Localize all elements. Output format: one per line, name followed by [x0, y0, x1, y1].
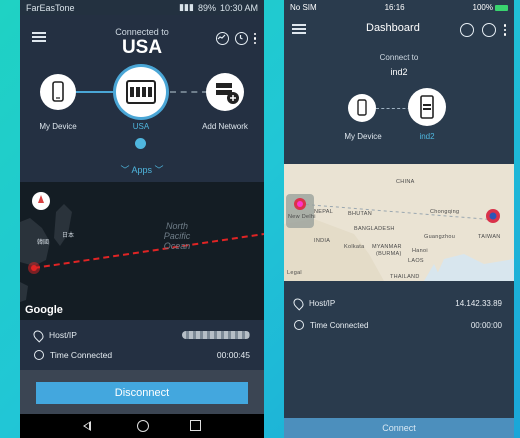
compass-icon[interactable]: [32, 192, 50, 210]
map-label-japan: 日本: [62, 233, 75, 239]
nas-server-icon: [126, 80, 156, 104]
back-icon[interactable]: [83, 421, 91, 431]
more-options-icon[interactable]: [503, 24, 506, 36]
connection-diagram: My Device ind2: [284, 88, 514, 158]
recent-apps-icon[interactable]: [190, 420, 201, 431]
right-phone-screen: No SIM 16:16 100% Dashboard Connect to i…: [284, 0, 514, 438]
shield-icon: [135, 138, 146, 149]
time-connected-row: Time Connected 00:00:00: [294, 317, 502, 333]
clock-time: 10:30 AM: [219, 2, 258, 13]
server-label: USA: [132, 122, 150, 131]
host-ip-row: Host/IP: [31, 326, 250, 344]
disconnect-button[interactable]: Disconnect: [36, 382, 248, 404]
battery-level: 89%: [197, 2, 216, 13]
add-network-label: Add Network: [202, 122, 248, 131]
map-label-india: INDIA: [314, 238, 331, 244]
app-header: Connected to USA: [20, 15, 264, 63]
battery-icon: [494, 4, 508, 11]
timer-icon: [294, 320, 304, 330]
map-view[interactable]: CHINA Chongqing NEPAL BHUTAN New Delhi I…: [284, 164, 514, 281]
google-logo: Google: [25, 304, 63, 316]
host-ip-row: Host/IP 14.142.33.89: [291, 295, 502, 311]
map-label-taiwan: TAIWAN: [478, 234, 501, 240]
history-clock-icon[interactable]: [234, 32, 248, 45]
connect-to-label: Connect to: [379, 53, 419, 62]
map-label-new-delhi: New Delhi: [288, 214, 316, 220]
map-label-ocean: North Pacific Ocean: [163, 221, 191, 251]
map-label-bhutan: BHUTAN: [348, 211, 373, 217]
map-label-guangzhou: Guangzhou: [424, 234, 456, 240]
my-device-node[interactable]: [348, 94, 376, 122]
apps-toggle[interactable]: ﹀ Apps ﹀: [20, 163, 264, 176]
signal-icon: ▮▮▮: [179, 2, 194, 12]
time-connected-row: Time Connected 00:00:45: [34, 346, 250, 364]
android-nav-bar: [20, 414, 264, 438]
map-label-burma: (BURMA): [376, 251, 402, 257]
server-node[interactable]: [116, 67, 166, 117]
speed-graph-icon[interactable]: [459, 23, 474, 37]
chevron-down-icon: ﹀: [154, 165, 164, 175]
history-clock-icon[interactable]: [481, 23, 496, 37]
host-ip-label: Host/IP: [49, 330, 77, 340]
connection-info: Host/IP 14.142.33.89 Time Connected 00:0…: [284, 281, 514, 418]
host-ip-value-redacted: [182, 331, 250, 339]
status-bar: No SIM 16:16 100%: [284, 0, 514, 15]
map-label-kolkata: Kolkata: [344, 244, 365, 250]
connection-info: Host/IP Time Connected 00:00:45: [20, 320, 264, 370]
carrier-name: No SIM: [290, 3, 317, 12]
location-pin-icon: [291, 295, 306, 311]
server-node[interactable]: [408, 88, 446, 126]
time-connected-value: 00:00:45: [216, 350, 250, 360]
home-icon[interactable]: [137, 420, 149, 432]
more-options-icon[interactable]: [253, 32, 256, 45]
time-connected-label: Time Connected: [50, 350, 113, 360]
status-bar: FarEasTone ▮▮▮ 89% 10:30 AM: [20, 0, 264, 15]
map-label-korea: 韓國: [37, 240, 50, 246]
map-label-thailand: THAILAND: [390, 274, 420, 280]
timer-icon: [34, 350, 44, 360]
action-area: Disconnect: [20, 370, 264, 414]
map-legal-link[interactable]: Legal: [287, 270, 302, 276]
nas-server-icon: [420, 95, 434, 119]
battery-level: 100%: [472, 3, 493, 12]
left-phone-screen: FarEasTone ▮▮▮ 89% 10:30 AM Connected to…: [20, 0, 264, 438]
menu-icon[interactable]: [292, 24, 306, 34]
chevron-down-icon: ﹀: [120, 165, 130, 175]
map-label-hanoi: Hanoi: [412, 248, 428, 254]
carrier-name: FarEasTone: [26, 2, 75, 13]
host-ip-value: 14.142.33.89: [455, 298, 502, 308]
my-device-label: My Device: [39, 122, 77, 131]
time-connected-label: Time Connected: [310, 320, 369, 330]
server-name: ind2: [390, 67, 408, 77]
add-network-node[interactable]: [206, 73, 244, 111]
my-device-node[interactable]: [40, 74, 76, 110]
map-label-chongqing: Chongqing: [430, 209, 460, 215]
connect-button[interactable]: Connect: [284, 418, 514, 438]
map-label-bangladesh: BANGLADESH: [354, 226, 395, 232]
server-label: ind2: [419, 132, 435, 141]
map-label-laos: LAOS: [408, 258, 424, 264]
map-graphics: [20, 204, 264, 302]
network-link-line: [170, 91, 208, 93]
clock-time: 16:16: [384, 3, 405, 12]
map-label-myanmar: MYANMAR: [372, 244, 402, 250]
speed-graph-icon[interactable]: [215, 32, 229, 45]
location-pin-icon: [31, 327, 46, 343]
app-header: Dashboard: [284, 15, 514, 45]
apps-label: Apps: [131, 165, 152, 175]
page-title: Dashboard: [366, 22, 420, 34]
map-view[interactable]: 日本 韓國 North Pacific Ocean Google: [20, 182, 264, 320]
host-ip-label: Host/IP: [309, 298, 336, 308]
time-connected-value: 00:00:00: [470, 320, 502, 330]
map-label-nepal: NEPAL: [314, 209, 334, 215]
map-label-china: CHINA: [396, 179, 415, 185]
